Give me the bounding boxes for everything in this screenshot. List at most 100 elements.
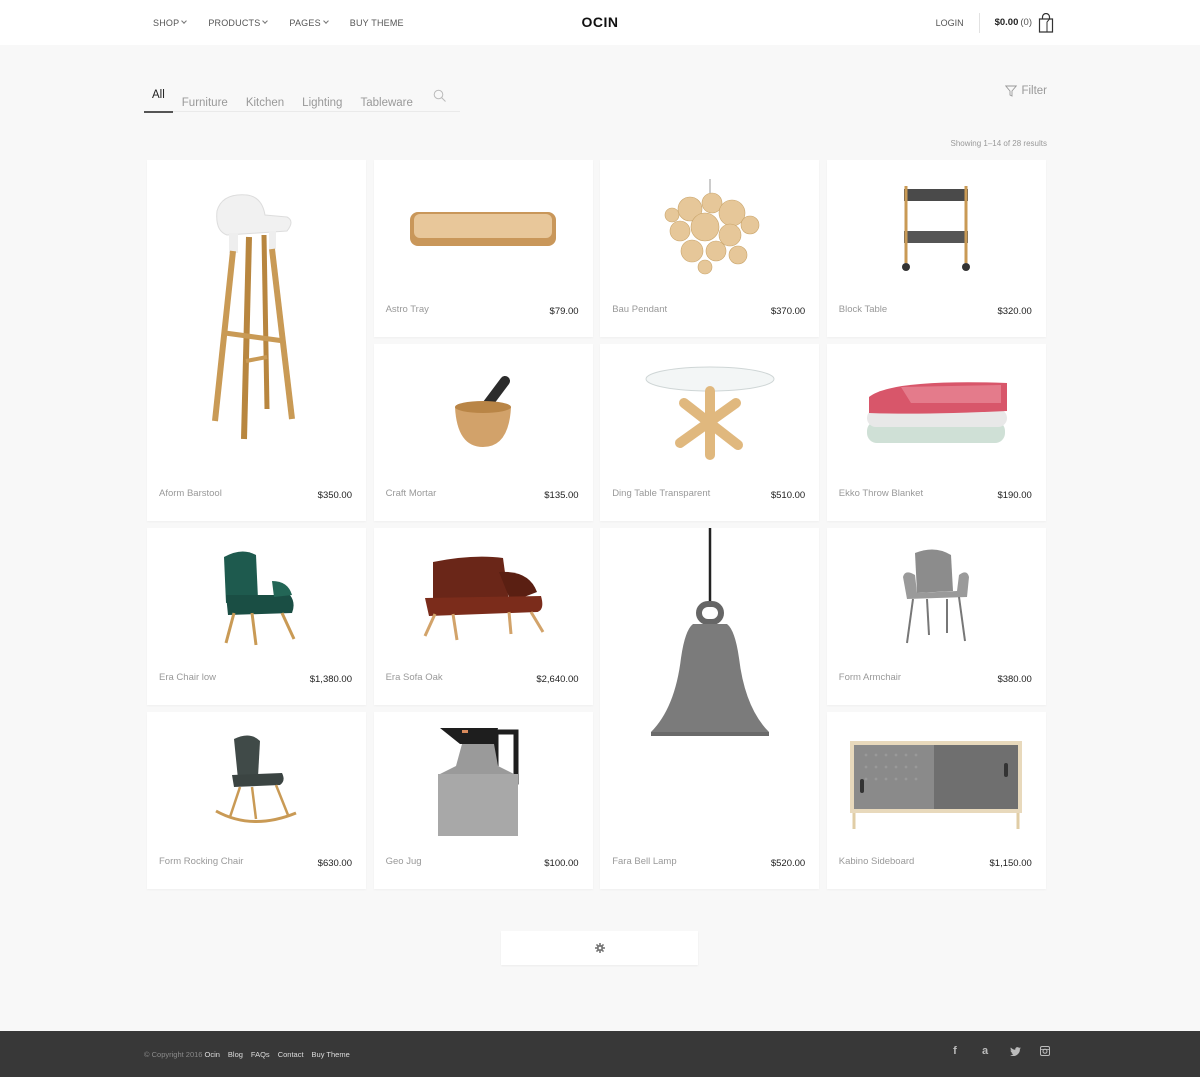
load-more-button[interactable] (501, 931, 698, 965)
product-image (374, 160, 593, 297)
nav-label: SHOP (153, 17, 180, 28)
product-image (147, 528, 366, 665)
facebook-icon[interactable]: f (948, 1044, 962, 1058)
product-image (827, 712, 1046, 849)
main-nav: SHOP PRODUCTS PAGES BUY THEME (153, 0, 426, 45)
product-image (600, 528, 819, 849)
product-name[interactable]: Ding Table Transparent (612, 488, 710, 499)
product-name[interactable]: Kabino Sideboard (839, 856, 915, 867)
header-right: LOGIN $0.00 (0) (936, 0, 1054, 45)
product-name[interactable]: Era Sofa Oak (386, 672, 443, 683)
product-card[interactable]: Era Sofa Oak $2,640.00 (373, 528, 593, 705)
mortar-image (455, 375, 512, 447)
sideboard-image (850, 740, 1023, 829)
category-tabs: All Furniture Kitchen Lighting Tableware (144, 80, 460, 113)
instagram-icon[interactable] (1038, 1044, 1052, 1058)
blanket-image (867, 381, 1008, 443)
glass-table-image (645, 366, 775, 460)
cart-count[interactable]: (0) (1020, 17, 1032, 28)
footer-link-blog[interactable]: Blog (228, 1050, 243, 1059)
product-image (374, 528, 593, 665)
product-price: $1,380.00 (309, 674, 352, 685)
cart-table-image (902, 186, 971, 271)
product-image (374, 712, 593, 849)
nav-label: BUY THEME (349, 17, 404, 28)
product-card[interactable]: Ding Table Transparent $510.00 (600, 344, 820, 521)
product-name[interactable]: Geo Jug (386, 856, 422, 867)
chevron-down-icon (322, 18, 329, 24)
product-image (147, 160, 366, 481)
product-image (374, 344, 593, 481)
product-image (147, 712, 366, 849)
nav-shop[interactable]: SHOP (153, 17, 188, 28)
footer-link-contact[interactable]: Contact (278, 1050, 304, 1059)
gear-icon (594, 943, 605, 953)
product-card[interactable]: Form Rocking Chair $630.00 (147, 712, 366, 889)
tab-furniture[interactable]: Furniture (182, 80, 228, 112)
product-price: $100.00 (544, 858, 579, 869)
sofa-image (423, 556, 545, 640)
product-card[interactable]: Craft Mortar $135.00 (373, 344, 593, 521)
product-card[interactable]: Form Armchair $380.00 (826, 528, 1046, 705)
nav-products[interactable]: PRODUCTS (208, 17, 269, 28)
product-grid: Aform Barstool $350.00 Astro Tray $79.00 (147, 160, 1046, 889)
product-name[interactable]: Form Armchair (839, 672, 901, 683)
product-price: $79.00 (549, 306, 579, 317)
nav-label: PAGES (289, 17, 321, 28)
product-card[interactable]: Fara Bell Lamp $520.00 (600, 528, 820, 889)
product-price: $2,640.00 (536, 674, 579, 685)
product-card[interactable]: Bau Pendant $370.00 (600, 160, 820, 337)
search-icon[interactable] (433, 89, 447, 103)
product-card[interactable]: Geo Jug $100.00 (373, 712, 593, 889)
product-card[interactable]: Kabino Sideboard $1,150.00 (826, 712, 1046, 889)
shopping-bag-icon[interactable] (1038, 12, 1054, 33)
product-name[interactable]: Ekko Throw Blanket (839, 488, 923, 499)
footer-link-ocin[interactable]: Ocin (204, 1050, 219, 1059)
product-name[interactable]: Bau Pendant (612, 304, 667, 315)
footer-links: © Copyright 2016 Ocin Blog FAQs Contact … (144, 1031, 358, 1077)
site-logo[interactable]: OCIN (582, 14, 619, 30)
footer-link-buy-theme[interactable]: Buy Theme (312, 1050, 350, 1059)
footer-link-faqs[interactable]: FAQs (251, 1050, 270, 1059)
product-price: $320.00 (997, 306, 1032, 317)
instagram-glyph (1040, 1046, 1050, 1056)
jug-image (438, 728, 519, 836)
twitter-icon[interactable] (1008, 1044, 1022, 1058)
product-name[interactable]: Aform Barstool (159, 488, 222, 499)
pendant-image (664, 178, 759, 274)
product-name[interactable]: Fara Bell Lamp (612, 856, 676, 867)
product-card[interactable]: Aform Barstool $350.00 (147, 160, 366, 521)
product-price: $630.00 (317, 858, 352, 869)
chevron-down-icon (181, 18, 188, 24)
tab-tableware[interactable]: Tableware (360, 80, 412, 112)
product-image (827, 344, 1046, 481)
product-card[interactable]: Era Chair low $1,380.00 (147, 528, 366, 705)
product-card[interactable]: Block Table $320.00 (826, 160, 1046, 337)
nav-buy-theme[interactable]: BUY THEME (350, 18, 404, 28)
amazon-icon[interactable]: a (978, 1044, 992, 1058)
tab-lighting[interactable]: Lighting (302, 80, 342, 112)
product-image (827, 160, 1046, 297)
twitter-bird-glyph (1009, 1046, 1021, 1056)
rocking-chair-image (214, 734, 297, 823)
login-link[interactable]: LOGIN (936, 18, 964, 28)
chevron-down-icon (262, 18, 269, 24)
nav-pages[interactable]: PAGES (289, 17, 329, 28)
tab-all[interactable]: All (144, 80, 173, 113)
product-name[interactable]: Era Chair low (159, 672, 216, 683)
filter-button[interactable]: Filter (1005, 85, 1047, 97)
filter-label: Filter (1021, 85, 1047, 97)
site-footer: © Copyright 2016 Ocin Blog FAQs Contact … (0, 1031, 1200, 1077)
product-name[interactable]: Form Rocking Chair (159, 856, 243, 867)
tab-kitchen[interactable]: Kitchen (246, 80, 284, 112)
product-name[interactable]: Astro Tray (386, 304, 429, 315)
product-price: $370.00 (770, 306, 806, 317)
product-name[interactable]: Craft Mortar (386, 488, 437, 499)
social-links: f a (932, 1031, 1052, 1071)
product-card[interactable]: Astro Tray $79.00 (373, 160, 593, 337)
barstool-image (211, 193, 295, 439)
nav-label: PRODUCTS (208, 17, 261, 28)
product-card[interactable]: Ekko Throw Blanket $190.00 (826, 344, 1046, 521)
cart-total[interactable]: $0.00 (995, 17, 1019, 28)
product-name[interactable]: Block Table (839, 304, 887, 315)
